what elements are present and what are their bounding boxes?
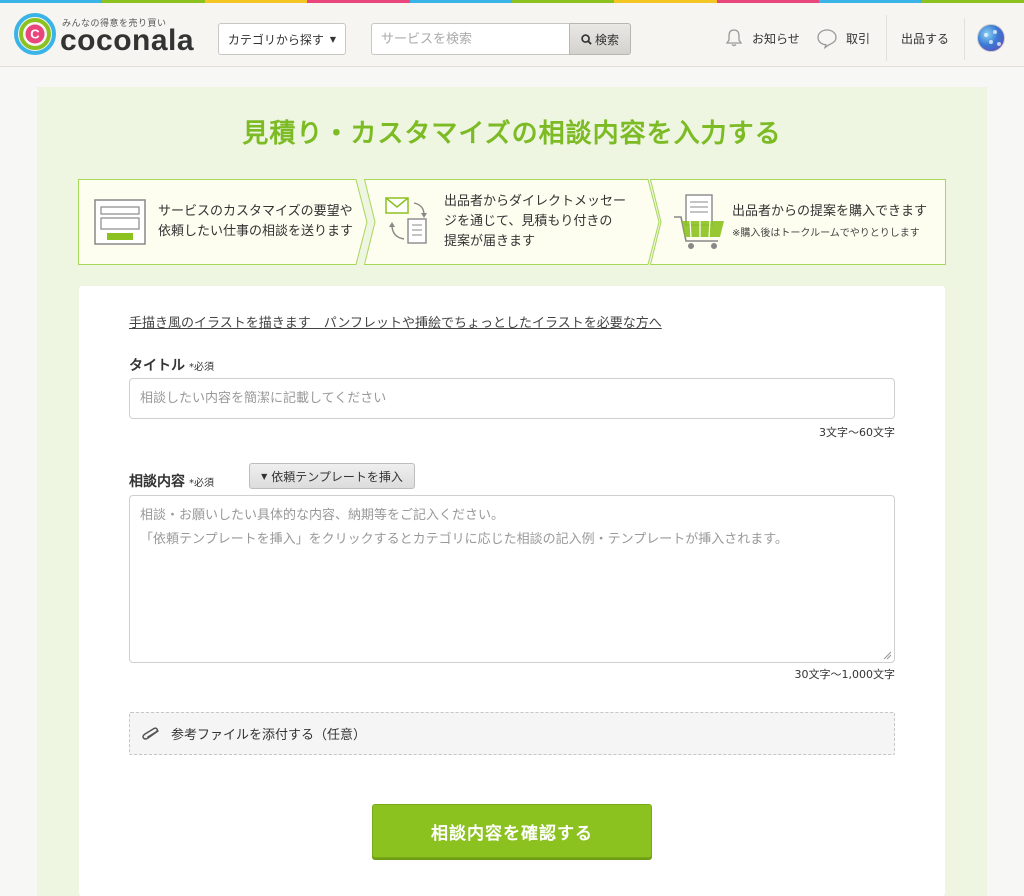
body-textarea[interactable]: 相談・お願いしたい具体的な内容、納期等をご記入ください。 「依頼テンプレートを挿… — [129, 495, 895, 663]
chat-bubble-icon — [817, 29, 837, 49]
step-2-text: 出品者からダイレクトメッセー ジを通じて、見積もり付きの 提案が届きます — [444, 192, 626, 252]
resize-handle-icon[interactable] — [882, 650, 892, 660]
insert-template-label: 依頼テンプレートを挿入 — [271, 469, 403, 484]
step-1-line-1: サービスのカスタマイズの要望や — [158, 204, 353, 219]
site-header: C みんなの得意を売り買い coconala カテゴリから探す ▼ 検索 お知ら… — [0, 3, 1024, 67]
confirm-submit-button[interactable]: 相談内容を確認する — [372, 804, 652, 858]
nav-notifications[interactable]: お知らせ — [724, 6, 800, 70]
step-1-line-2: 依頼したい仕事の相談を送ります — [158, 224, 354, 239]
step-1-text: サービスのカスタマイズの要望や 依頼したい仕事の相談を送ります — [158, 202, 353, 242]
shopping-cart-icon — [674, 194, 724, 249]
page-title: 見積り・カスタマイズの相談内容を入力する — [242, 119, 782, 149]
required-mark: *必須 — [189, 362, 214, 373]
paperclip-icon — [142, 726, 159, 740]
body-char-count-hint: 30文字〜1,000文字 — [794, 668, 896, 681]
nav-deals[interactable]: 取引 — [816, 6, 870, 70]
search-button-label: 検索 — [594, 32, 619, 47]
svg-text:C: C — [30, 27, 40, 42]
body-placeholder-line-2: 「依頼テンプレートを挿入」をクリックするとカテゴリに応じた相談の記入例・テンプレ… — [140, 532, 788, 547]
nav-sell-label: 出品する — [901, 31, 950, 46]
title-label-text: タイトル — [129, 358, 185, 374]
caret-down-icon: ▼ — [261, 471, 268, 481]
search-bar: 検索 — [371, 23, 631, 55]
search-icon — [581, 33, 592, 45]
title-field-label: タイトル *必須 — [129, 355, 214, 375]
title-char-count-hint: 3文字〜60文字 — [819, 426, 895, 439]
search-button[interactable]: 検索 — [569, 23, 631, 55]
service-link[interactable]: 手描き風のイラストを描きます パンフレットや挿絵でちょっとしたイラストを必要な方… — [129, 312, 662, 331]
logo[interactable]: C みんなの得意を売り買い coconala — [14, 13, 200, 59]
insert-template-button[interactable]: ▼ 依頼テンプレートを挿入 — [249, 463, 415, 489]
step-1: サービスのカスタマイズの要望や 依頼したい仕事の相談を送ります — [78, 179, 368, 265]
step-3-line-1: 出品者からの提案を購入できます — [732, 204, 928, 219]
step-2-line-1: 出品者からダイレクトメッセー — [444, 194, 627, 209]
logo-wordmark: coconala — [60, 24, 195, 57]
category-dropdown-button[interactable]: カテゴリから探す ▼ — [218, 23, 346, 55]
nav-notifications-label: お知らせ — [752, 31, 800, 46]
bell-icon — [725, 29, 743, 47]
caret-down-icon: ▼ — [329, 34, 337, 44]
attach-file-label: 参考ファイルを添付する（任意） — [171, 728, 367, 743]
step-3: 出品者からの提案を購入できます ※購入後はトークルームでやりとりします — [650, 179, 946, 265]
nav-sell[interactable]: 出品する — [886, 15, 949, 61]
step-3-text: 出品者からの提案を購入できます ※購入後はトークルームでやりとりします — [732, 202, 927, 244]
user-avatar[interactable] — [977, 24, 1005, 52]
header-divider — [964, 18, 965, 60]
search-input[interactable] — [371, 23, 570, 55]
body-label-text: 相談内容 — [129, 474, 185, 490]
body-placeholder-line-1: 相談・お願いしたい具体的な内容、納期等をご記入ください。 — [140, 508, 505, 523]
form-icon — [94, 199, 146, 245]
attach-file-area[interactable]: 参考ファイルを添付する（任意） — [129, 712, 895, 755]
category-button-label: カテゴリから探す — [227, 32, 324, 47]
body-field-label: 相談内容 *必須 — [129, 471, 214, 491]
step-3-note: ※購入後はトークルームでやりとりします — [732, 228, 920, 239]
step-2-line-2: ジを通じて、見積もり付きの — [444, 214, 613, 229]
step-2: 出品者からダイレクトメッセー ジを通じて、見積もり付きの 提案が届きます — [364, 179, 660, 265]
required-mark: *必須 — [189, 478, 214, 489]
nav-deals-label: 取引 — [846, 31, 871, 46]
title-input[interactable] — [129, 378, 895, 419]
step-2-line-3: 提案が届きます — [444, 234, 536, 249]
logo-mark-icon: C — [14, 13, 56, 55]
message-exchange-icon — [385, 197, 427, 244]
process-steps: サービスのカスタマイズの要望や 依頼したい仕事の相談を送ります 出品者からダイレ… — [78, 179, 946, 265]
